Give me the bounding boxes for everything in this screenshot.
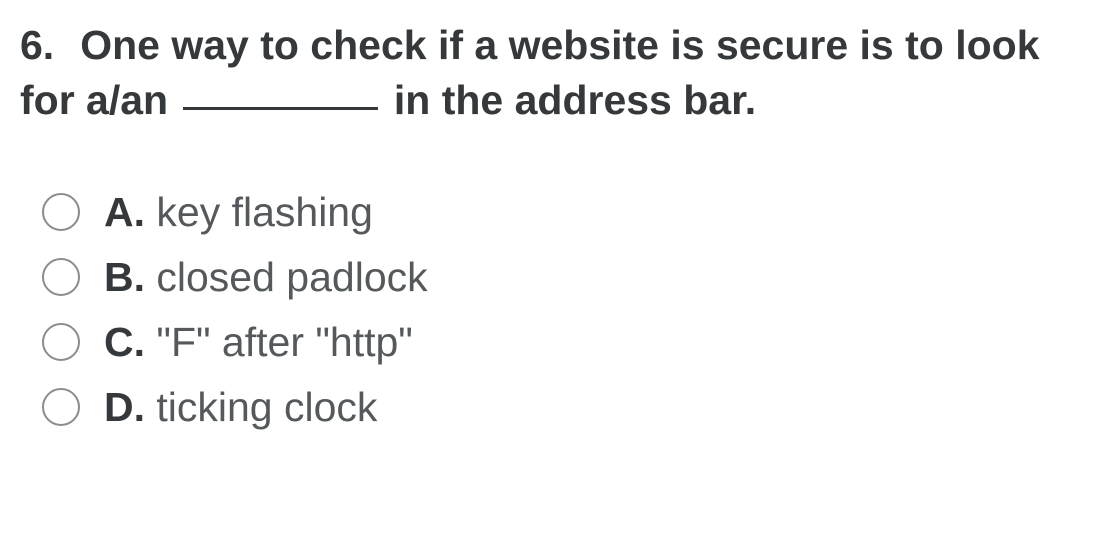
option-text-d: D. ticking clock — [104, 384, 377, 431]
question-number: 6. — [20, 22, 54, 68]
option-d[interactable]: D. ticking clock — [42, 384, 1078, 431]
option-letter: D. — [104, 384, 145, 430]
fill-blank — [183, 107, 378, 110]
option-c[interactable]: C. "F" after "http" — [42, 319, 1078, 366]
options-list: A. key flashing B. closed padlock C. "F"… — [20, 189, 1078, 431]
option-b[interactable]: B. closed padlock — [42, 254, 1078, 301]
option-label: closed padlock — [145, 254, 428, 300]
option-text-c: C. "F" after "http" — [104, 319, 413, 366]
option-text-a: A. key flashing — [104, 189, 373, 236]
radio-icon[interactable] — [42, 258, 80, 296]
option-a[interactable]: A. key flashing — [42, 189, 1078, 236]
option-label: ticking clock — [145, 384, 377, 430]
option-label: "F" after "http" — [145, 319, 413, 365]
option-letter: A. — [104, 189, 145, 235]
radio-icon[interactable] — [42, 323, 80, 361]
radio-icon[interactable] — [42, 193, 80, 231]
option-label: key flashing — [145, 189, 373, 235]
question-text: 6.One way to check if a website is secur… — [20, 18, 1078, 129]
option-letter: B. — [104, 254, 145, 300]
radio-icon[interactable] — [42, 388, 80, 426]
option-text-b: B. closed padlock — [104, 254, 428, 301]
question-part2: in the address bar. — [382, 77, 756, 123]
option-letter: C. — [104, 319, 145, 365]
